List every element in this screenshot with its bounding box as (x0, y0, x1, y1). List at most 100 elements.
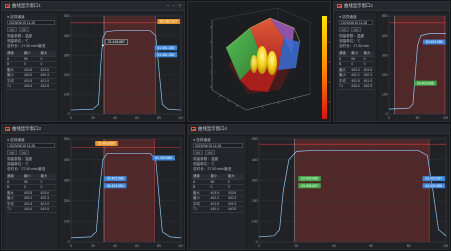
x-tick-label: 40 (113, 244, 117, 248)
table-cell: 最大 (339, 67, 346, 72)
table-cell: 403.6 (227, 190, 237, 195)
close-button[interactable]: × (178, 2, 181, 10)
table-cell: 403.6 (40, 190, 50, 195)
table-cell: 401.9 (40, 201, 50, 206)
curve-chart[interactable]: 500400300200100002040608010021.415.65761… (60, 13, 183, 121)
table-cell: 401.9 (227, 201, 237, 206)
table-cell: 平均 (7, 201, 14, 206)
value-marker: 21.415.657 (104, 39, 128, 45)
marker-label: 61.461.335 (157, 46, 174, 50)
table-cell: 403.5 (23, 67, 33, 72)
table-cell: 440.5 (40, 84, 50, 88)
curve-chart[interactable]: 500400300200100005010024.403.65663.403.5… (378, 13, 448, 121)
next-button[interactable]: >> (19, 150, 29, 155)
y-tick-label: 400 (382, 34, 388, 38)
table-cell: 400.3 (363, 73, 373, 77)
marker-label: 23.403.656 (301, 177, 318, 181)
x-tick-label: 40 (332, 244, 336, 248)
table-cell: 0 (23, 185, 26, 189)
panel-header: 曲线显示窗口4 (188, 125, 449, 134)
minimize-button[interactable]: – (166, 2, 169, 10)
y-tick-label: 300 (64, 178, 70, 182)
table-cell: 401.8 (351, 78, 360, 83)
prev-button[interactable]: << (7, 150, 17, 155)
table-cell: 最小 (7, 196, 14, 200)
x-tick-label: 100 (443, 244, 448, 248)
table-cell: 440.5 (40, 207, 50, 211)
value-marker: 61.403.586 (152, 155, 175, 161)
channel-selector[interactable]: ● 选择通道 (193, 138, 211, 142)
alarm-region (294, 139, 430, 242)
curve-chart[interactable]: 500400300200100002040608010021.403.65735… (60, 136, 183, 249)
y-tick-label: 300 (382, 53, 388, 57)
curve-panel-tl: 曲线显示窗口1 – ▫ × ● 选择通道 2023/06/15 11:28 << >> 测量参数… (1, 1, 185, 122)
curve-chart[interactable]: 500400300200100002040608010023.403.65624… (248, 136, 448, 249)
y-tick-label: 400 (64, 34, 70, 38)
panel-title: 曲线显示窗口4 (198, 126, 227, 131)
y-tick-label: 400 (64, 158, 70, 162)
table-cell: 0 (363, 62, 366, 66)
value-marker: 61.461.335 (154, 45, 178, 51)
table-header-cell: 最小 (23, 51, 31, 55)
table-cell: 0 (227, 179, 230, 184)
sidebar: ● 选择通道 2023/06/15 11:28 << >> 测量参数：温度 测量单位：℃ 总… (4, 136, 58, 249)
table-cell: 440.4 (23, 84, 33, 88)
table-header-cell: 最大 (40, 174, 48, 178)
maximize-button[interactable]: ▫ (173, 2, 175, 10)
graph-area: 500400300200100002040608010021.403.65735… (60, 136, 183, 249)
param-unit: 测量单位：℃ (193, 162, 215, 166)
value-marker: 61.463.107 (157, 18, 180, 24)
y-tick-label: 400 (252, 158, 258, 162)
table-cell: 400.2 (23, 196, 33, 200)
param-name: 测量参数：温度 (193, 157, 219, 161)
table-header-cell: 最小 (210, 174, 218, 178)
prev-button[interactable]: << (7, 27, 17, 32)
value-marker: 64.403.586 (422, 183, 446, 189)
table-cell: 400.3 (40, 196, 50, 200)
table-cell: A (7, 56, 10, 61)
date-field[interactable]: 2023/06/15 11:28 (7, 20, 55, 25)
next-button[interactable]: >> (351, 27, 361, 32)
chart-window-icon (337, 4, 342, 8)
surface-plot[interactable] (188, 2, 331, 122)
x-tick-label: 0 (258, 244, 260, 248)
next-button[interactable]: >> (205, 150, 215, 155)
table-cell: 403.6 (40, 67, 50, 72)
value-marker: 24.403.656 (414, 80, 437, 86)
marker-label: 35.403.585 (107, 177, 124, 181)
next-button[interactable]: >> (19, 27, 29, 32)
table-cell: 平均 (193, 201, 200, 206)
table-cell: 403.5 (210, 190, 219, 195)
table-cell: 440.4 (210, 207, 219, 211)
table-cell: 平均 (339, 78, 346, 83)
x-tick-label: 0 (388, 116, 390, 120)
cursor-point (102, 44, 104, 47)
table-header-cell: 通道 (7, 51, 14, 55)
table-cell: T1 (7, 207, 11, 211)
panel-title: 曲线显示窗口1 (12, 3, 41, 8)
value-marker: 63.403.587 (422, 176, 446, 182)
table-cell: 平均 (7, 78, 14, 83)
chart-window-icon (5, 127, 10, 131)
x-tick-label: 80 (157, 116, 161, 120)
panel-header: 曲线显示窗口1 – ▫ × (2, 2, 184, 11)
date-field[interactable]: 2023/06/15 11:28 (193, 143, 243, 148)
prev-button[interactable]: << (339, 27, 349, 32)
prev-button[interactable]: << (193, 150, 203, 155)
date-field[interactable]: 2023/06/15 11:28 (339, 20, 373, 25)
date-field[interactable]: 2023/06/15 11:28 (7, 143, 55, 148)
param-name: 测量参数：温度 (7, 34, 33, 38)
panel-title: 曲线显示窗口3 (12, 126, 41, 131)
table-cell: 400.3 (227, 196, 237, 200)
y-tick-label: 200 (64, 199, 70, 203)
channel-selector[interactable]: ● 选择通道 (7, 15, 25, 19)
y-tick-label: 200 (64, 73, 70, 77)
channel-selector[interactable]: ● 选择通道 (339, 15, 357, 19)
channel-selector[interactable]: ● 选择通道 (7, 138, 25, 142)
x-tick-label: 100 (443, 116, 448, 120)
x-tick-label: 60 (135, 116, 139, 120)
table-cell: 0 (23, 62, 26, 66)
value-marker: 51.461.334 (154, 52, 178, 58)
table-cell: T1 (193, 207, 197, 211)
table-cell: B (339, 62, 342, 66)
